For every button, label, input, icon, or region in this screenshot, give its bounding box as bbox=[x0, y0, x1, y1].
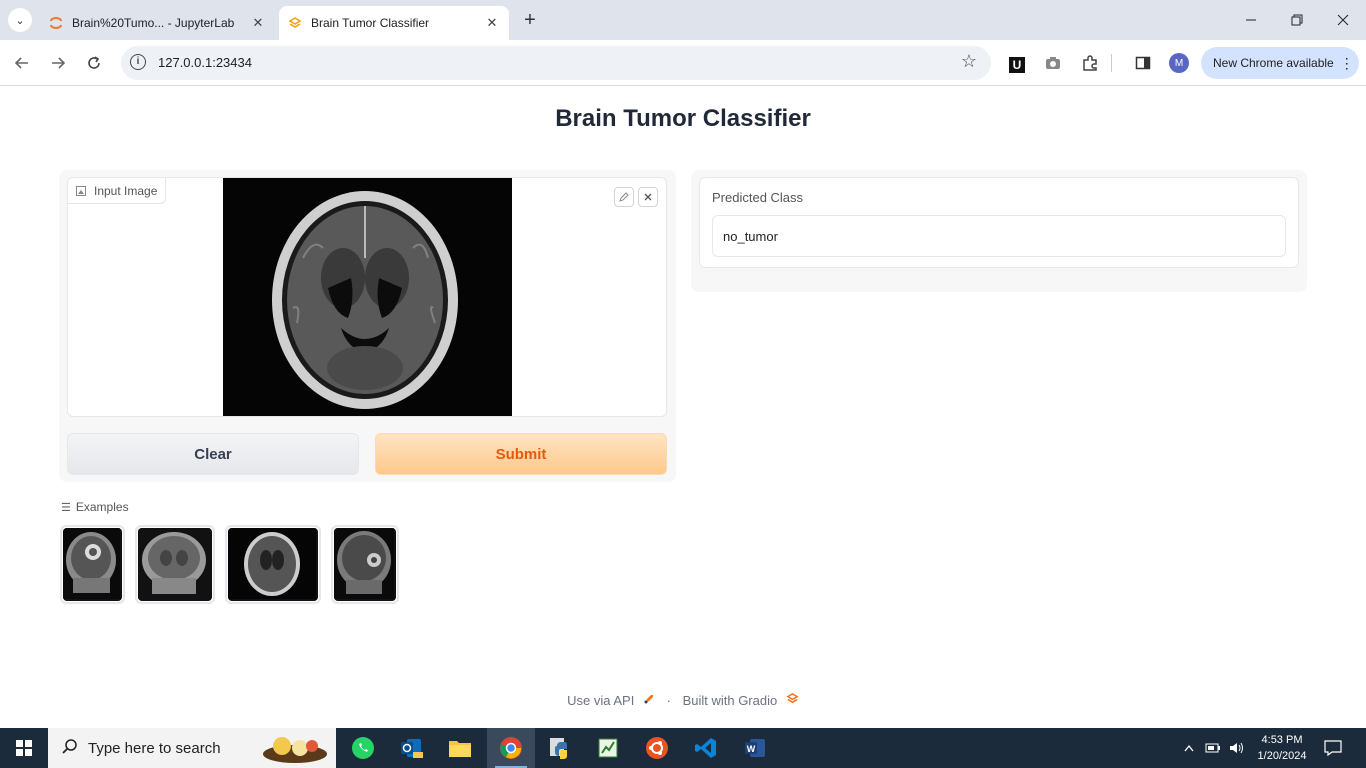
tab-title: Brain%20Tumo... - JupyterLab bbox=[72, 16, 235, 30]
extensions-puzzle-icon[interactable] bbox=[1079, 52, 1101, 74]
clock-time: 4:53 PM bbox=[1261, 734, 1303, 746]
rocket-icon bbox=[643, 693, 659, 708]
windows-logo-icon bbox=[16, 740, 32, 756]
svg-text:W: W bbox=[747, 744, 756, 754]
chrome-icon[interactable] bbox=[487, 728, 535, 768]
browser-toolbar: i 127.0.0.1:23434 ☆ U M New Chrome avail… bbox=[0, 40, 1366, 86]
side-panel-icon[interactable] bbox=[1132, 52, 1154, 74]
notification-center-icon[interactable] bbox=[1318, 728, 1348, 768]
avatar-initial: M bbox=[1169, 53, 1189, 73]
input-image-label: Input Image bbox=[68, 178, 167, 204]
use-via-api-link[interactable]: Use via API bbox=[567, 693, 634, 708]
predicted-class-value[interactable]: no_tumor bbox=[712, 215, 1286, 257]
minimize-button[interactable] bbox=[1228, 0, 1274, 40]
search-placeholder: Type here to search bbox=[88, 739, 221, 757]
bookmark-star-icon[interactable]: ☆ bbox=[961, 51, 977, 72]
uploaded-mri-image bbox=[223, 178, 512, 416]
reload-icon[interactable] bbox=[80, 49, 108, 77]
taskbar-clock[interactable]: 4:53 PM 1/20/2024 bbox=[1252, 732, 1312, 764]
edit-image-button[interactable] bbox=[614, 187, 634, 207]
close-tab-icon[interactable]: ✕ bbox=[483, 14, 501, 32]
windows-taskbar: Type here to search W 4:53 PM 1/20/2024 bbox=[0, 728, 1366, 768]
spreadsheet-chart-icon[interactable] bbox=[584, 728, 632, 768]
forward-arrow-icon[interactable] bbox=[44, 49, 72, 77]
close-tab-icon[interactable]: ✕ bbox=[249, 14, 267, 32]
footer-separator: · bbox=[666, 693, 671, 708]
url-text: 127.0.0.1:23434 bbox=[158, 55, 252, 70]
new-chrome-available-button[interactable]: New Chrome available ⋮ bbox=[1201, 47, 1359, 79]
back-arrow-icon[interactable] bbox=[8, 49, 36, 77]
toolbar-divider bbox=[1110, 52, 1112, 74]
tab-title: Brain Tumor Classifier bbox=[311, 16, 430, 30]
ubuntu-icon[interactable] bbox=[633, 728, 681, 768]
jupyter-icon bbox=[48, 15, 64, 31]
predicted-class-label: Predicted Class bbox=[712, 190, 804, 205]
page-footer: Use via API · Built with Gradio bbox=[0, 692, 1366, 708]
restore-button[interactable] bbox=[1274, 0, 1320, 40]
whatsapp-icon[interactable] bbox=[339, 728, 387, 768]
browser-tab-bar: ⌄ Brain%20Tumo... - JupyterLab ✕ Brain T… bbox=[0, 0, 1366, 40]
gradio-logo-icon bbox=[786, 692, 799, 708]
list-icon: ☰ bbox=[61, 501, 71, 514]
example-thumbnail-2[interactable] bbox=[135, 525, 215, 604]
example-thumbnail-1[interactable] bbox=[60, 525, 125, 604]
new-chrome-label: New Chrome available bbox=[1213, 56, 1334, 70]
gradio-icon bbox=[287, 15, 303, 31]
built-with-gradio-link[interactable]: Built with Gradio bbox=[683, 693, 778, 708]
extension-u-icon[interactable]: U bbox=[1006, 52, 1028, 74]
examples-label-text: Examples bbox=[75, 500, 129, 514]
close-window-button[interactable] bbox=[1320, 0, 1366, 40]
clock-date: 1/20/2024 bbox=[1257, 750, 1307, 762]
camera-icon[interactable] bbox=[1042, 52, 1064, 74]
page-title: Brain Tumor Classifier bbox=[555, 105, 811, 132]
vscode-icon[interactable] bbox=[682, 728, 730, 768]
example-thumbnail-4[interactable] bbox=[331, 525, 399, 604]
submit-button[interactable]: Submit bbox=[375, 433, 667, 475]
example-thumbnail-3[interactable] bbox=[225, 525, 321, 604]
file-explorer-icon[interactable] bbox=[436, 728, 484, 768]
taskbar-search-box[interactable]: Type here to search bbox=[48, 728, 336, 768]
close-icon bbox=[644, 193, 652, 201]
new-tab-button[interactable]: + bbox=[519, 10, 541, 32]
search-highlight-icon bbox=[260, 732, 330, 768]
tab-jupyterlab[interactable]: Brain%20Tumo... - JupyterLab ✕ bbox=[40, 6, 275, 40]
pencil-icon bbox=[619, 192, 629, 202]
outlook-icon[interactable] bbox=[387, 728, 435, 768]
remove-image-button[interactable] bbox=[638, 187, 658, 207]
input-image-component[interactable]: Input Image bbox=[67, 177, 667, 417]
address-bar[interactable]: i 127.0.0.1:23434 ☆ bbox=[121, 46, 991, 80]
volume-icon[interactable] bbox=[1226, 728, 1248, 768]
input-image-label-text: Input Image bbox=[94, 183, 158, 198]
profile-avatar[interactable]: M bbox=[1168, 52, 1190, 74]
show-hidden-icons-chevron-icon[interactable] bbox=[1178, 728, 1200, 768]
extension-u-label: U bbox=[1009, 56, 1025, 73]
tab-search-button[interactable]: ⌄ bbox=[8, 8, 32, 32]
site-info-icon[interactable]: i bbox=[130, 54, 146, 70]
search-icon bbox=[62, 738, 78, 759]
tab-brain-tumor-classifier[interactable]: Brain Tumor Classifier ✕ bbox=[279, 6, 509, 40]
windows-start-button[interactable] bbox=[0, 728, 48, 768]
battery-icon[interactable] bbox=[1202, 728, 1224, 768]
examples-header: ☰ Examples bbox=[61, 500, 129, 514]
word-icon[interactable]: W bbox=[731, 728, 779, 768]
image-icon bbox=[76, 185, 86, 196]
predicted-class-component: Predicted Class no_tumor bbox=[699, 177, 1299, 268]
clear-button[interactable]: Clear bbox=[67, 433, 359, 475]
python-idle-icon[interactable] bbox=[535, 728, 583, 768]
kebab-menu-icon: ⋮ bbox=[1339, 54, 1354, 71]
